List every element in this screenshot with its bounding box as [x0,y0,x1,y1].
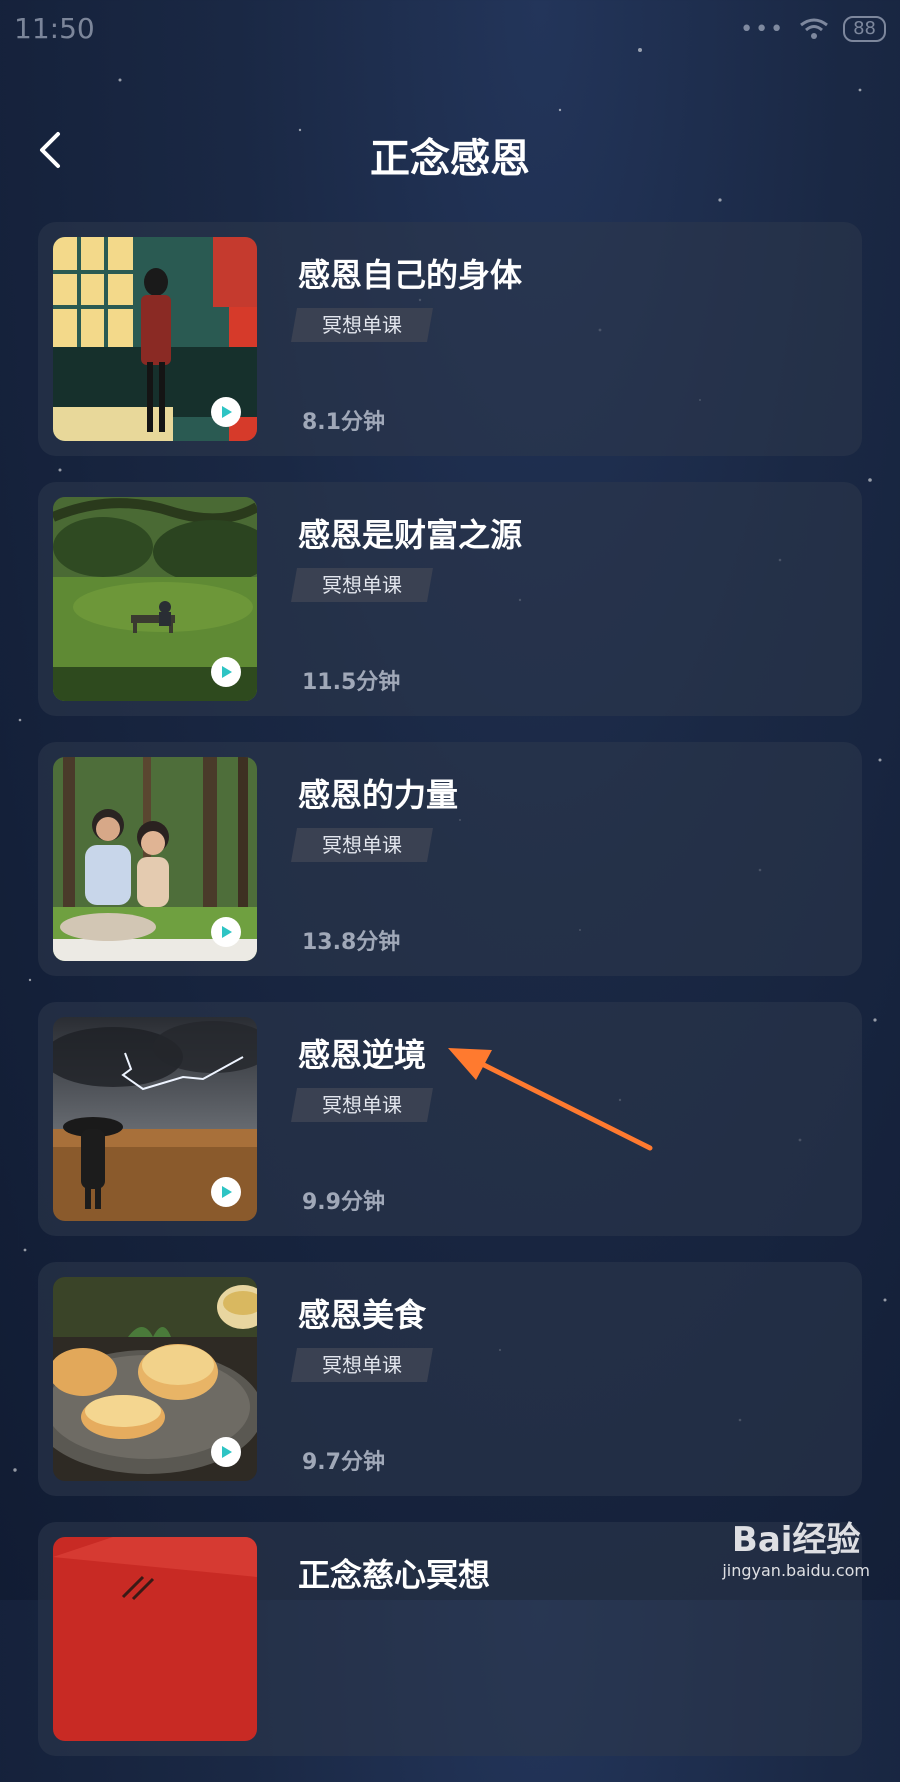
course-title: 正念慈心冥想 [298,1556,491,1594]
course-title: 感恩的力量 [298,776,459,814]
course-tag-label: 冥想单课 [322,1093,402,1117]
course-title: 感恩美食 [298,1296,427,1334]
course-card[interactable]: 感恩美食 冥想单课 9.7分钟 [38,1262,862,1496]
wifi-icon [800,18,829,39]
course-thumbnail [53,237,257,441]
page-header: 正念感恩 [0,110,900,190]
annotation-arrow [448,1048,653,1151]
course-card[interactable]: 感恩自己的身体 冥想单课 8.1分钟 [38,222,862,456]
course-duration: 9.7分钟 [302,1450,385,1475]
watermark-url: jingyan.baidu.com [722,1561,870,1580]
course-thumbnail [53,1537,257,1741]
play-icon [222,1186,232,1198]
play-icon [222,1446,232,1458]
watermark-logo: Bai经验 [731,1520,861,1560]
course-duration: 9.9分钟 [302,1190,385,1215]
course-thumbnail [53,757,257,961]
play-button[interactable] [211,397,241,427]
course-duration: 13.8分钟 [302,930,401,955]
course-tag-label: 冥想单课 [322,573,402,597]
course-tag-label: 冥想单课 [322,1353,402,1377]
course-tag-label: 冥想单课 [322,833,402,857]
status-bar: 11:50 ••• 88 [0,0,900,60]
course-duration: 11.5分钟 [302,670,401,695]
status-time: 11:50 [14,12,95,45]
status-indicators: ••• 88 [740,16,886,42]
course-tag: 冥想单课 [291,308,433,342]
notification-dots: ••• [740,16,786,42]
course-title: 感恩逆境 [298,1036,427,1074]
battery-indicator: 88 [843,16,886,42]
course-tag: 冥想单课 [291,568,433,602]
course-thumbnail [53,1277,257,1481]
course-card[interactable]: 感恩的力量 冥想单课 13.8分钟 [38,742,862,976]
course-tag: 冥想单课 [291,1348,433,1382]
watermark: Bai经验 jingyan.baidu.com [722,1512,870,1580]
course-title: 感恩自己的身体 [298,256,523,294]
course-tag: 冥想单课 [291,1088,433,1122]
course-thumbnail [53,1017,257,1221]
play-icon [222,406,232,418]
play-button[interactable] [211,657,241,687]
play-icon [222,666,232,678]
page-title: 正念感恩 [370,136,530,182]
course-duration: 8.1分钟 [302,410,385,435]
course-thumbnail [53,497,257,701]
course-card[interactable]: 感恩是财富之源 冥想单课 11.5分钟 [38,482,862,716]
course-title: 感恩是财富之源 [298,516,523,554]
play-icon [222,926,232,938]
play-button[interactable] [211,917,241,947]
course-tag-label: 冥想单课 [322,313,402,337]
course-tag: 冥想单课 [291,828,433,862]
play-button[interactable] [211,1437,241,1467]
play-button[interactable] [211,1177,241,1207]
